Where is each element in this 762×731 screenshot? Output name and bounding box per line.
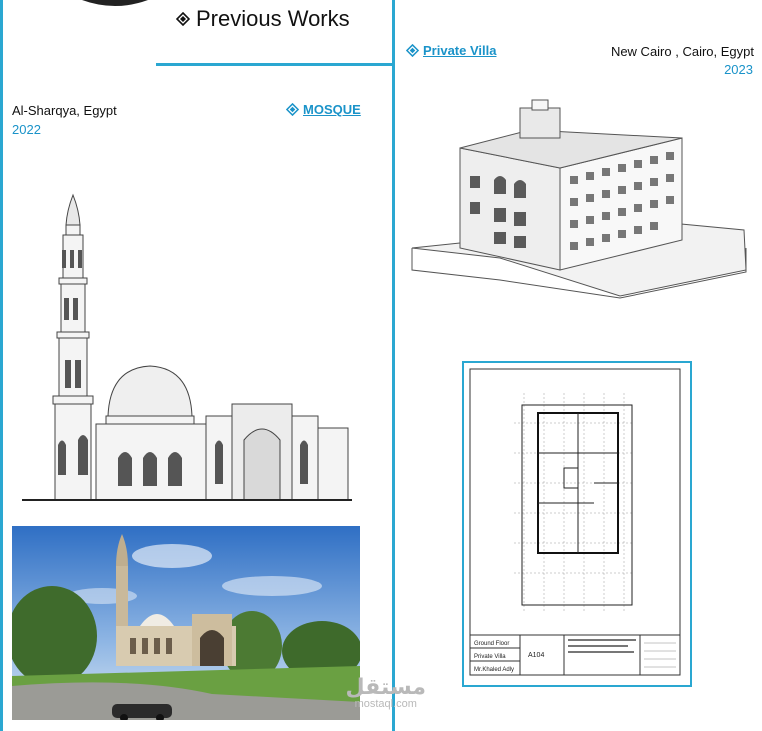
diamond-icon — [176, 12, 190, 26]
title-text: Previous Works — [196, 6, 350, 31]
villa-location: New Cairo , Cairo, Egypt — [610, 44, 754, 59]
villa-link-label: Private Villa — [423, 43, 497, 58]
diamond-icon — [406, 44, 419, 57]
mosque-link[interactable]: MOSQUE — [286, 102, 361, 117]
watermark-logo: مستقل mostaql.com — [345, 674, 426, 711]
diamond-icon — [286, 103, 299, 116]
villa-3d-drawing — [411, 99, 747, 299]
villa-year: 2023 — [724, 62, 753, 77]
floor-plan-sheet: Ground Floor Private Villa Mr.Khaled Adl… — [462, 361, 692, 687]
sheet-project: Private Villa — [474, 654, 506, 660]
watermark-arabic: مستقل — [345, 674, 426, 699]
sheet-owner: Mr.Khaled Adly — [474, 667, 514, 673]
villa-link[interactable]: Private Villa — [406, 43, 496, 58]
mosque-elevation-drawing — [22, 193, 352, 501]
mosque-render-image — [12, 526, 360, 720]
top-arc-decoration — [82, 0, 148, 6]
sheet-number: A104 — [528, 652, 544, 659]
watermark-latin: mostaql.com — [354, 698, 417, 710]
center-divider — [392, 0, 395, 731]
page-title: Previous Works — [176, 6, 350, 32]
left-divider — [0, 0, 3, 731]
mosque-location: Al-Sharqya, Egypt — [12, 103, 117, 118]
sheet-name: Ground Floor — [474, 641, 509, 647]
mosque-link-label: MOSQUE — [303, 102, 361, 117]
mosque-year: 2022 — [12, 122, 41, 137]
header-underline — [156, 63, 394, 66]
